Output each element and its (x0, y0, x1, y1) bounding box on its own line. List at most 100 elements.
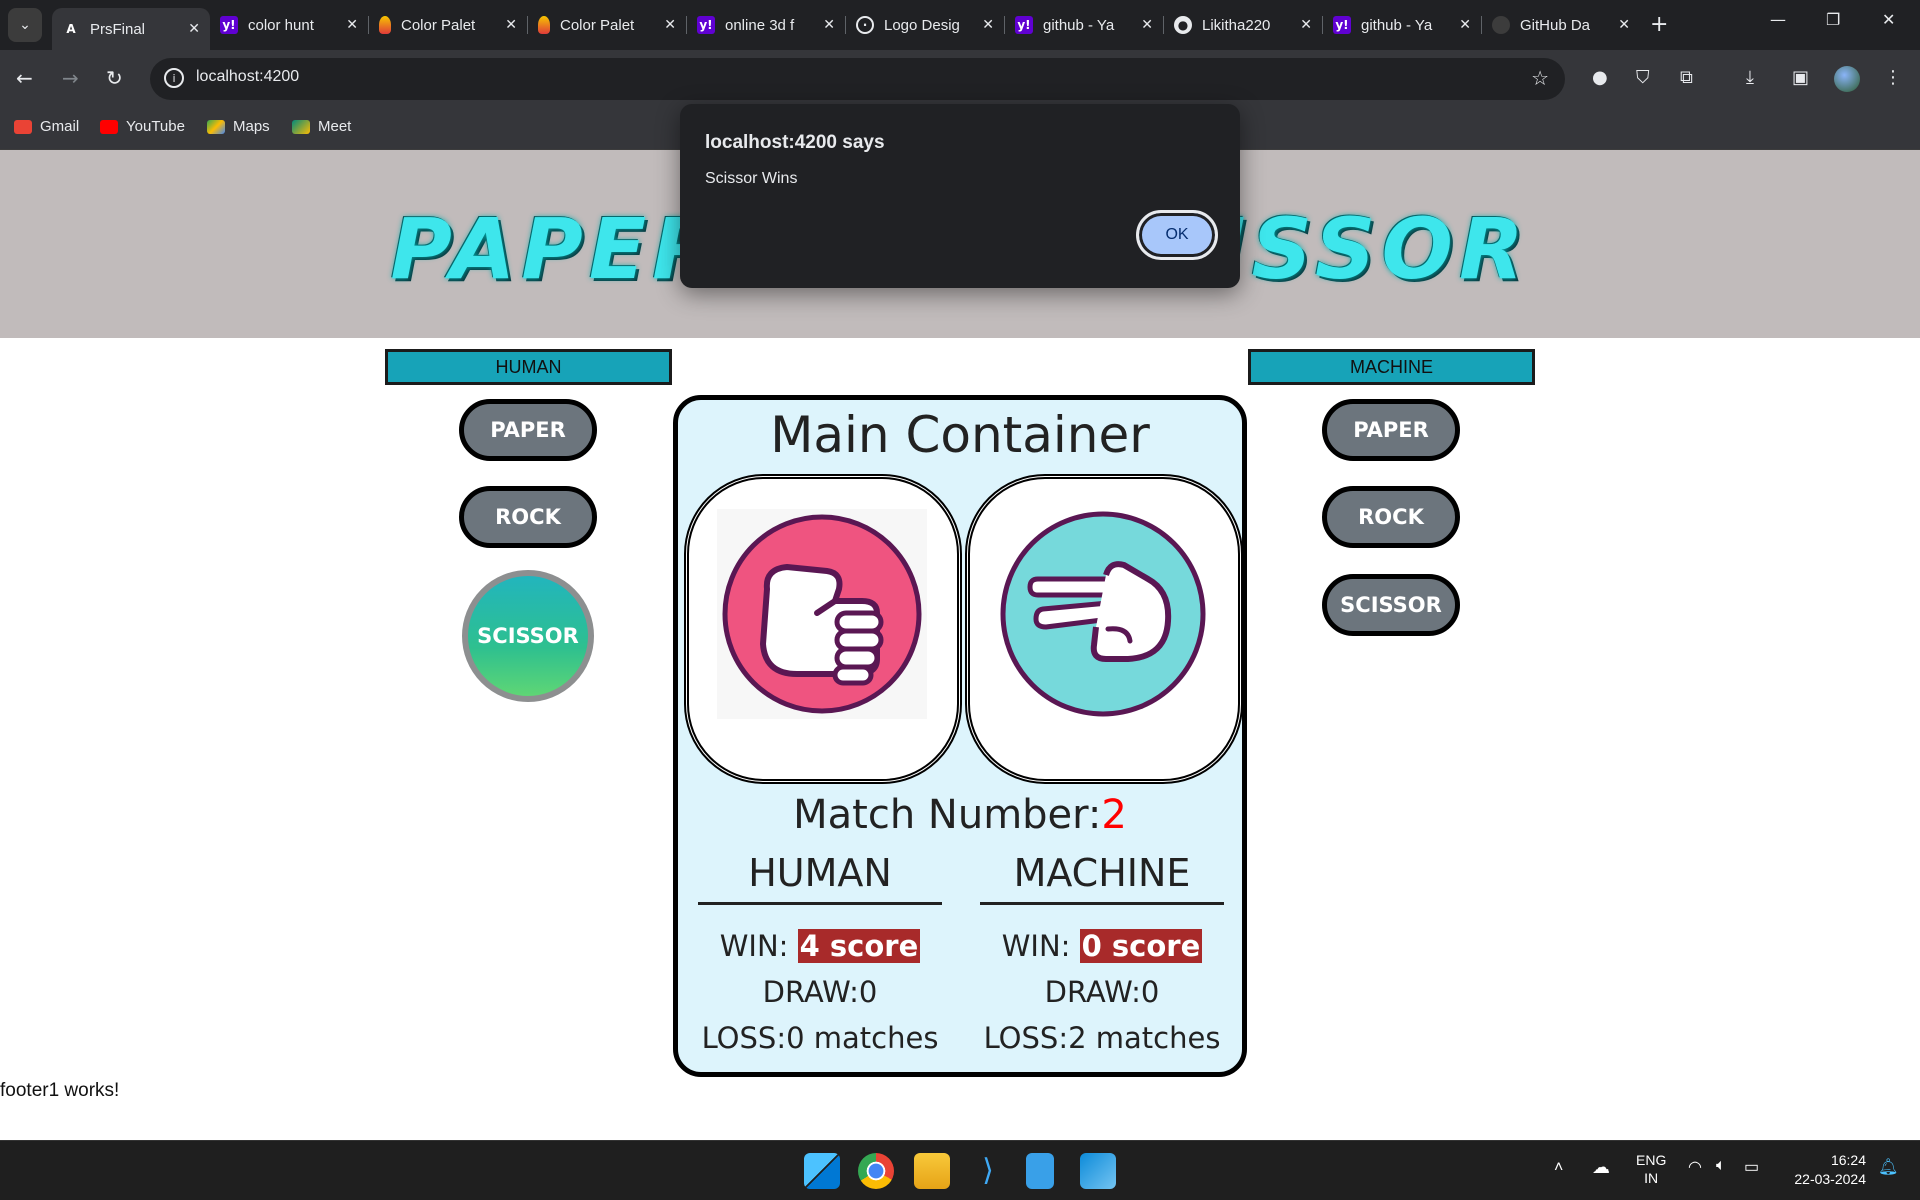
tab-online-3d[interactable]: y! online 3d f ✕ (687, 8, 846, 42)
address-bar[interactable]: i localhost:4200 ☆ (150, 58, 1565, 100)
tab-likitha[interactable]: ● Likitha220 ✕ (1164, 8, 1323, 42)
human-scissor-button[interactable]: SCISSOR (462, 570, 594, 702)
machine-scissor-button[interactable]: SCISSOR (1322, 574, 1460, 636)
volume-icon[interactable]: 🔈︎ (1716, 1157, 1726, 1175)
download-icon[interactable]: ⤓ (1746, 67, 1754, 88)
language-indicator[interactable]: ENG IN (1636, 1151, 1666, 1187)
battery-icon[interactable]: ▭ (1744, 1157, 1759, 1177)
machine-header: MACHINE (1248, 349, 1535, 385)
scissor-hand-icon (1000, 511, 1206, 717)
win-label: WIN: (1001, 929, 1080, 963)
chrome-icon[interactable] (858, 1153, 894, 1189)
back-icon[interactable]: ← (16, 66, 33, 90)
site-info-icon[interactable]: i (164, 68, 184, 88)
lang-top: ENG (1636, 1152, 1667, 1168)
tab-github-yahoo-2[interactable]: y! github - Ya ✕ (1323, 8, 1482, 42)
notepad-icon[interactable] (1026, 1153, 1054, 1189)
bookmark-gmail[interactable]: Gmail (14, 118, 79, 135)
alert-ok-button[interactable]: OK (1136, 210, 1218, 260)
tab-color-hunt[interactable]: y! color hunt ✕ (210, 8, 369, 42)
photos-icon[interactable] (1080, 1153, 1116, 1189)
bookmark-youtube[interactable]: YouTube (100, 118, 185, 135)
machine-win-score: 0 score (1079, 929, 1203, 963)
shield-icon[interactable]: ⛉ (1636, 67, 1650, 88)
wifi-icon[interactable]: ◠ (1688, 1157, 1702, 1177)
tab-github-dashboard[interactable]: GitHub Da ✕ (1482, 8, 1640, 42)
close-icon[interactable]: ✕ (1618, 17, 1630, 33)
human-rock-button[interactable]: ROCK (459, 486, 597, 548)
bookmark-meet[interactable]: Meet (292, 118, 351, 135)
bookmark-label: Maps (233, 118, 270, 135)
close-icon[interactable]: ✕ (188, 21, 200, 37)
minimize-button[interactable]: — (1770, 10, 1786, 29)
tab-prsfinal[interactable]: A PrsFinal ✕ (52, 8, 210, 50)
machine-draw: DRAW:0 (1044, 975, 1160, 1009)
tab-title: color hunt (248, 16, 314, 34)
menu-dots-icon[interactable]: ⋮ (1884, 67, 1902, 88)
tab-color-palette-1[interactable]: Color Palet ✕ (369, 8, 528, 42)
restore-button[interactable]: ❐ (1826, 10, 1840, 29)
machine-stats: MACHINE WIN: 0 score DRAW:0 LOSS:2 match… (980, 845, 1224, 1061)
bookmark-star-icon[interactable]: ☆ (1531, 66, 1549, 90)
close-icon[interactable]: ✕ (664, 17, 676, 33)
extension-icon[interactable]: ● (1592, 67, 1608, 88)
match-number: Match Number:2 (678, 792, 1242, 838)
human-stats: HUMAN WIN: 4 score DRAW:0 LOSS:0 matches (698, 845, 942, 1061)
globe-icon: · (856, 16, 874, 34)
machine-stats-header: MACHINE (980, 845, 1224, 905)
tab-color-palette-2[interactable]: Color Palet ✕ (528, 8, 687, 42)
machine-paper-button[interactable]: PAPER (1322, 399, 1460, 461)
bookmark-label: Gmail (40, 118, 80, 135)
vscode-icon[interactable]: ⟩ (970, 1153, 1006, 1189)
meet-icon (292, 119, 310, 134)
maps-icon (207, 119, 225, 134)
file-explorer-icon[interactable] (914, 1153, 950, 1189)
tab-title: online 3d f (725, 16, 795, 34)
close-icon[interactable]: ✕ (1459, 17, 1471, 33)
close-icon[interactable]: ✕ (1300, 17, 1312, 33)
extensions-puzzle-icon[interactable]: ⧉ (1680, 67, 1693, 88)
human-hand-card (684, 474, 962, 784)
clock[interactable]: 16:24 22-03-2024 (1784, 1151, 1866, 1189)
window-close-button[interactable]: ✕ (1882, 10, 1895, 29)
tab-title: Likitha220 (1202, 16, 1271, 34)
human-draw: DRAW:0 (762, 975, 878, 1009)
avatar[interactable] (1834, 66, 1860, 92)
close-icon[interactable]: ✕ (1141, 17, 1153, 33)
url-text[interactable]: localhost:4200 (196, 68, 299, 86)
close-icon[interactable]: ✕ (346, 17, 358, 33)
windows-start-icon[interactable] (804, 1153, 840, 1189)
close-icon[interactable]: ✕ (982, 17, 994, 33)
palette-icon (379, 16, 391, 34)
notification-bell-icon[interactable]: 🔔︎ (1878, 1157, 1898, 1177)
tab-title: github - Ya (1043, 16, 1115, 34)
side-panel-icon[interactable]: ▣ (1792, 67, 1809, 88)
gmail-icon (14, 119, 32, 134)
tab-search-button[interactable]: ⌄ (8, 8, 42, 42)
tab-logo-design[interactable]: · Logo Desig ✕ (846, 8, 1005, 42)
machine-loss: LOSS:2 matches (983, 1021, 1221, 1055)
tab-title: Color Palet (401, 16, 476, 34)
alert-dialog: localhost:4200 says Scissor Wins OK (680, 104, 1240, 288)
close-icon[interactable]: ✕ (823, 17, 835, 33)
bookmark-label: YouTube (126, 118, 185, 135)
new-tab-button[interactable]: + (1650, 12, 1668, 37)
human-header: HUMAN (385, 349, 672, 385)
machine-rock-button[interactable]: ROCK (1322, 486, 1460, 548)
alert-message: Scissor Wins (705, 170, 798, 187)
time: 16:24 (1830, 1152, 1866, 1168)
palette-icon (538, 16, 550, 34)
bookmark-maps[interactable]: Maps (207, 118, 270, 135)
bookmark-label: Meet (318, 118, 352, 135)
yahoo-icon: y! (1333, 16, 1351, 34)
tab-github-yahoo-1[interactable]: y! github - Ya ✕ (1005, 8, 1164, 42)
onedrive-icon[interactable]: ☁ (1592, 1157, 1610, 1178)
chevron-up-icon[interactable]: ˄ (1554, 1159, 1563, 1177)
forward-icon[interactable]: → (62, 66, 79, 90)
human-stats-header: HUMAN (698, 845, 942, 905)
human-paper-button[interactable]: PAPER (459, 399, 597, 461)
reload-icon[interactable]: ↻ (106, 66, 123, 90)
rock-hand-icon (717, 509, 927, 719)
tab-title: PrsFinal (90, 20, 146, 38)
close-icon[interactable]: ✕ (505, 17, 517, 33)
